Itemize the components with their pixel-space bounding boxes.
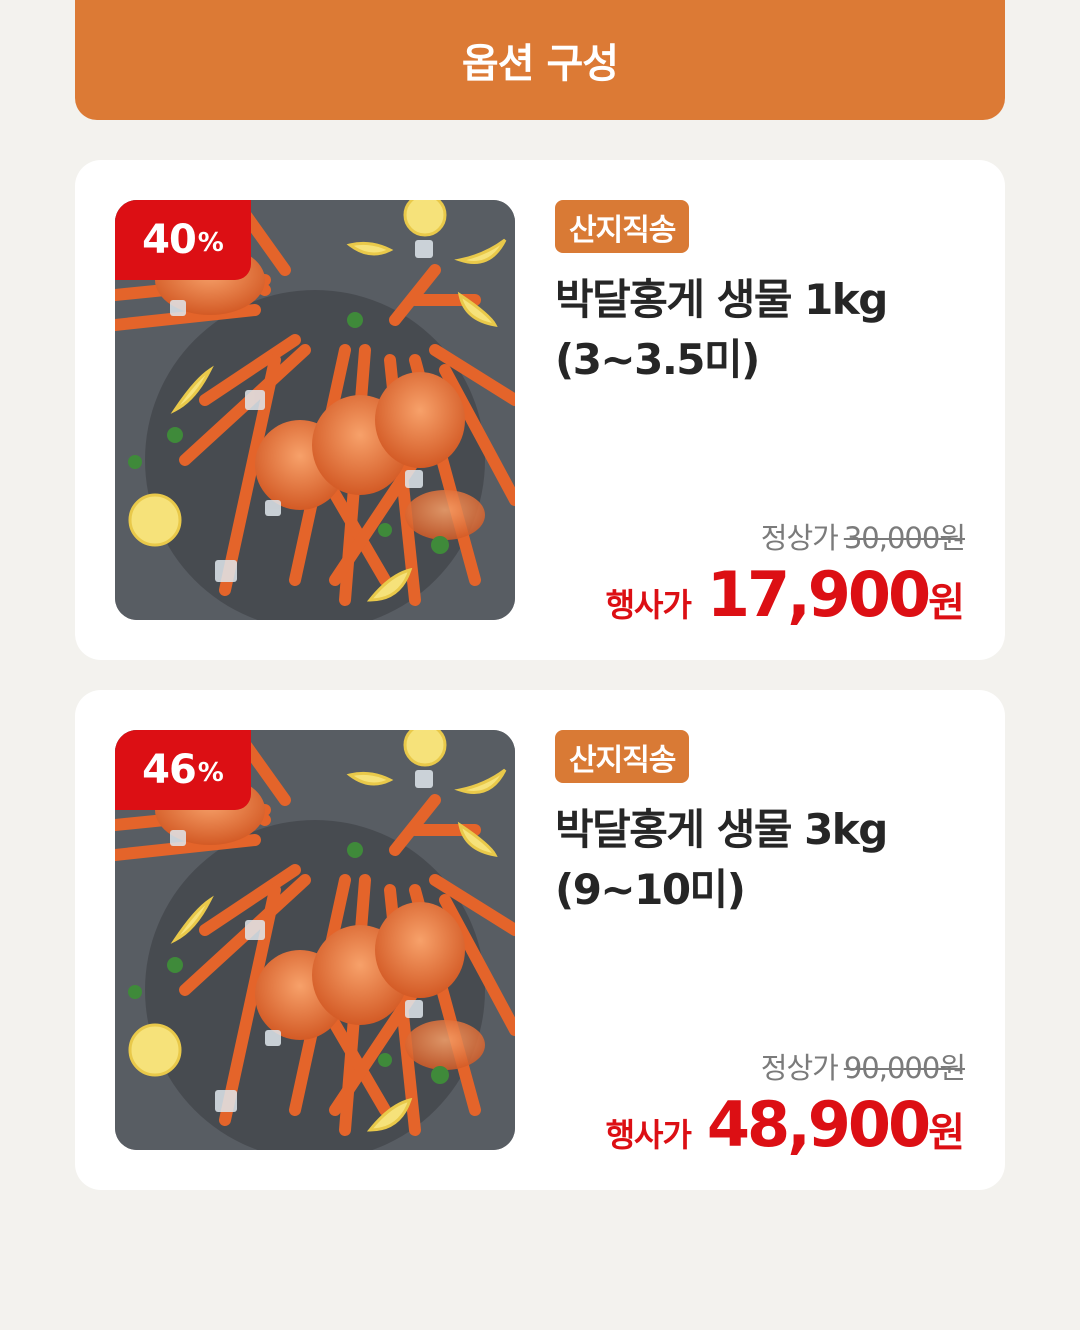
direct-shipping-badge: 산지직송 <box>555 730 690 783</box>
product-count-line: (9~10미) <box>555 865 746 914</box>
discount-badge: 40% <box>115 200 251 280</box>
sale-price-unit: 원 <box>928 1110 965 1156</box>
product-card[interactable]: 46% 산지직송 박달홍게 생물 3kg (9~10미) 정상가 90,000원 … <box>75 690 1005 1190</box>
regular-price-value: 90,000원 <box>843 1051 966 1085</box>
discount-value: 46 <box>142 747 197 793</box>
sale-price: 행사가 17,900 원 <box>605 558 965 631</box>
discount-value: 40 <box>142 217 197 263</box>
product-count-line: (3~3.5미) <box>555 335 760 384</box>
regular-price-value: 30,000원 <box>843 521 966 555</box>
product-card[interactable]: 40% 산지직송 박달홍게 생물 1kg (3~3.5미) 정상가 30,000원… <box>75 160 1005 660</box>
sale-price-value: 17,900 <box>706 558 931 631</box>
header-title: 옵션 구성 <box>461 41 619 87</box>
discount-percent-sign: % <box>197 758 224 788</box>
sale-price-unit: 원 <box>928 580 965 626</box>
discount-percent-sign: % <box>197 228 224 258</box>
sale-price-label: 행사가 <box>605 1116 692 1154</box>
regular-price-label: 정상가 <box>760 521 839 555</box>
product-image: 46% <box>115 730 515 1150</box>
regular-price: 정상가 90,000원 <box>760 1045 966 1087</box>
product-name-line: 박달홍게 생물 3kg <box>555 805 888 854</box>
regular-price-label: 정상가 <box>760 1051 839 1085</box>
discount-badge: 46% <box>115 730 251 810</box>
sale-price: 행사가 48,900 원 <box>605 1088 965 1161</box>
product-name: 박달홍게 생물 1kg (3~3.5미) <box>555 270 975 390</box>
product-name: 박달홍게 생물 3kg (9~10미) <box>555 800 975 920</box>
sale-price-label: 행사가 <box>605 586 692 624</box>
options-header: 옵션 구성 <box>75 0 1005 120</box>
regular-price: 정상가 30,000원 <box>760 515 966 557</box>
direct-shipping-badge: 산지직송 <box>555 200 690 253</box>
product-image: 40% <box>115 200 515 620</box>
product-name-line: 박달홍게 생물 1kg <box>555 275 888 324</box>
sale-price-value: 48,900 <box>706 1088 931 1161</box>
